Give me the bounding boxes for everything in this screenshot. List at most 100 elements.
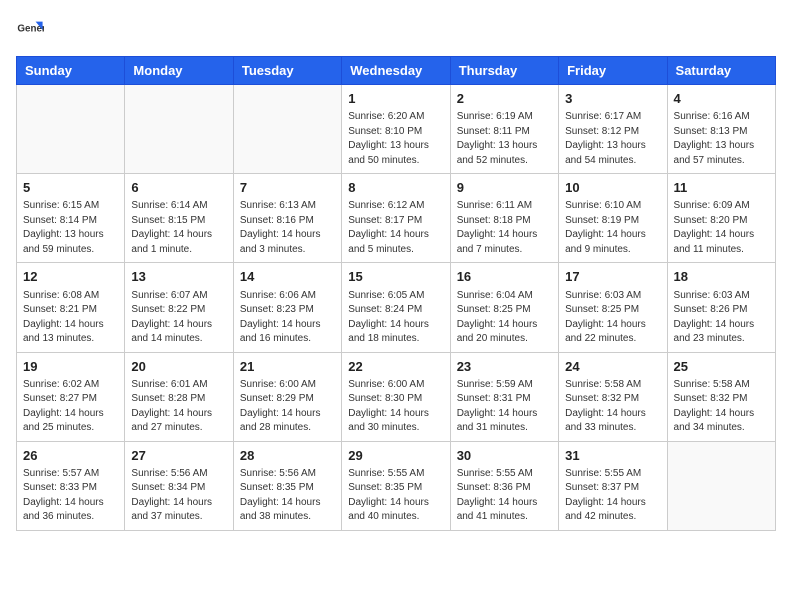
calendar-cell: 31 Sunrise: 5:55 AM Sunset: 8:37 PM Dayli…: [559, 441, 667, 530]
calendar-cell: 26Sunrise: 5:57 AM Sunset: 8:33 PM Dayli…: [17, 441, 125, 530]
calendar-cell: 21 Sunrise: 6:00 AM Sunset: 8:29 PM Dayli…: [233, 352, 341, 441]
day-number: 31: [565, 447, 660, 465]
weekday-header-friday: Friday: [559, 57, 667, 85]
day-number: 2: [457, 90, 552, 108]
calendar-cell: 18 Sunrise: 6:03 AM Sunset: 8:26 PM Dayli…: [667, 263, 775, 352]
day-info: Sunrise: 5:56 AM Sunset: 8:35 PM Dayligh…: [240, 467, 335, 525]
weekday-header-thursday: Thursday: [450, 57, 558, 85]
day-number: 29: [348, 447, 443, 465]
day-number: 8: [348, 179, 443, 197]
day-info: Sunrise: 6:00 AM Sunset: 8:30 PM Dayligh…: [348, 378, 443, 436]
calendar-table: SundayMondayTuesdayWednesdayThursdayFrid…: [16, 56, 776, 531]
calendar-cell: 12 Sunrise: 6:08 AM Sunset: 8:21 PM Dayli…: [17, 263, 125, 352]
calendar-cell: 10Sunrise: 6:10 AM Sunset: 8:19 PM Dayli…: [559, 174, 667, 263]
day-number: 4: [674, 90, 769, 108]
day-number: 3: [565, 90, 660, 108]
day-info: Sunrise: 6:03 AM Sunset: 8:26 PM Dayligh…: [674, 289, 769, 347]
day-number: 16: [457, 268, 552, 286]
day-number: 13: [131, 268, 226, 286]
day-number: 27: [131, 447, 226, 465]
day-number: 12: [23, 268, 118, 286]
calendar-cell: 8 Sunrise: 6:12 AM Sunset: 8:17 PM Daylig…: [342, 174, 450, 263]
day-info: Sunrise: 5:55 AM Sunset: 8:35 PM Dayligh…: [348, 467, 443, 525]
weekday-header-monday: Monday: [125, 57, 233, 85]
weekday-header-sunday: Sunday: [17, 57, 125, 85]
day-info: Sunrise: 6:01 AM Sunset: 8:28 PM Dayligh…: [131, 378, 226, 436]
day-info: Sunrise: 6:00 AM Sunset: 8:29 PM Dayligh…: [240, 378, 335, 436]
day-info: Sunrise: 5:59 AM Sunset: 8:31 PM Dayligh…: [457, 378, 552, 436]
calendar-cell: 23 Sunrise: 5:59 AM Sunset: 8:31 PM Dayli…: [450, 352, 558, 441]
calendar-cell: 20 Sunrise: 6:01 AM Sunset: 8:28 PM Dayli…: [125, 352, 233, 441]
day-number: 15: [348, 268, 443, 286]
calendar-cell: 22 Sunrise: 6:00 AM Sunset: 8:30 PM Dayli…: [342, 352, 450, 441]
day-info: Sunrise: 6:07 AM Sunset: 8:22 PM Dayligh…: [131, 289, 226, 347]
weekday-header-row: SundayMondayTuesdayWednesdayThursdayFrid…: [17, 57, 776, 85]
day-number: 11: [674, 179, 769, 197]
calendar-cell: 11 Sunrise: 6:09 AM Sunset: 8:20 PM Dayli…: [667, 174, 775, 263]
calendar-cell: 5 Sunrise: 6:15 AM Sunset: 8:14 PM Daylig…: [17, 174, 125, 263]
calendar-week-row: 26Sunrise: 5:57 AM Sunset: 8:33 PM Dayli…: [17, 441, 776, 530]
day-info: Sunrise: 6:14 AM Sunset: 8:15 PM Dayligh…: [131, 199, 226, 257]
day-number: 28: [240, 447, 335, 465]
day-info: Sunrise: 5:55 AM Sunset: 8:36 PM Dayligh…: [457, 467, 552, 525]
day-number: 1: [348, 90, 443, 108]
calendar-cell: [667, 441, 775, 530]
day-number: 17: [565, 268, 660, 286]
day-info: Sunrise: 6:11 AM Sunset: 8:18 PM Dayligh…: [457, 199, 552, 257]
calendar-week-row: 5 Sunrise: 6:15 AM Sunset: 8:14 PM Daylig…: [17, 174, 776, 263]
calendar-cell: 16 Sunrise: 6:04 AM Sunset: 8:25 PM Dayli…: [450, 263, 558, 352]
day-info: Sunrise: 6:05 AM Sunset: 8:24 PM Dayligh…: [348, 289, 443, 347]
day-info: Sunrise: 6:09 AM Sunset: 8:20 PM Dayligh…: [674, 199, 769, 257]
day-info: Sunrise: 6:17 AM Sunset: 8:12 PM Dayligh…: [565, 110, 660, 168]
day-info: Sunrise: 6:06 AM Sunset: 8:23 PM Dayligh…: [240, 289, 335, 347]
day-info: Sunrise: 6:03 AM Sunset: 8:25 PM Dayligh…: [565, 289, 660, 347]
day-number: 30: [457, 447, 552, 465]
calendar-cell: [17, 85, 125, 174]
calendar-cell: 28 Sunrise: 5:56 AM Sunset: 8:35 PM Dayli…: [233, 441, 341, 530]
logo: General: [16, 16, 48, 44]
day-info: Sunrise: 6:12 AM Sunset: 8:17 PM Dayligh…: [348, 199, 443, 257]
calendar-cell: [125, 85, 233, 174]
day-number: 21: [240, 358, 335, 376]
day-info: Sunrise: 6:19 AM Sunset: 8:11 PM Dayligh…: [457, 110, 552, 168]
day-info: Sunrise: 6:16 AM Sunset: 8:13 PM Dayligh…: [674, 110, 769, 168]
day-number: 9: [457, 179, 552, 197]
calendar-cell: 17 Sunrise: 6:03 AM Sunset: 8:25 PM Dayli…: [559, 263, 667, 352]
page-header: General: [16, 16, 776, 44]
day-number: 19: [23, 358, 118, 376]
calendar-cell: 15 Sunrise: 6:05 AM Sunset: 8:24 PM Dayli…: [342, 263, 450, 352]
calendar-cell: 9 Sunrise: 6:11 AM Sunset: 8:18 PM Daylig…: [450, 174, 558, 263]
day-number: 25: [674, 358, 769, 376]
weekday-header-tuesday: Tuesday: [233, 57, 341, 85]
calendar-cell: 30 Sunrise: 5:55 AM Sunset: 8:36 PM Dayli…: [450, 441, 558, 530]
weekday-header-wednesday: Wednesday: [342, 57, 450, 85]
day-number: 23: [457, 358, 552, 376]
day-number: 20: [131, 358, 226, 376]
calendar-week-row: 12 Sunrise: 6:08 AM Sunset: 8:21 PM Dayli…: [17, 263, 776, 352]
calendar-cell: 19Sunrise: 6:02 AM Sunset: 8:27 PM Dayli…: [17, 352, 125, 441]
logo-icon: General: [16, 16, 44, 44]
day-info: Sunrise: 6:08 AM Sunset: 8:21 PM Dayligh…: [23, 289, 118, 347]
day-info: Sunrise: 6:04 AM Sunset: 8:25 PM Dayligh…: [457, 289, 552, 347]
day-info: Sunrise: 6:20 AM Sunset: 8:10 PM Dayligh…: [348, 110, 443, 168]
day-info: Sunrise: 6:15 AM Sunset: 8:14 PM Dayligh…: [23, 199, 118, 257]
calendar-cell: 4 Sunrise: 6:16 AM Sunset: 8:13 PM Daylig…: [667, 85, 775, 174]
day-number: 7: [240, 179, 335, 197]
day-number: 18: [674, 268, 769, 286]
calendar-cell: 13 Sunrise: 6:07 AM Sunset: 8:22 PM Dayli…: [125, 263, 233, 352]
day-number: 5: [23, 179, 118, 197]
weekday-header-saturday: Saturday: [667, 57, 775, 85]
day-info: Sunrise: 5:55 AM Sunset: 8:37 PM Dayligh…: [565, 467, 660, 525]
day-number: 22: [348, 358, 443, 376]
calendar-cell: 24Sunrise: 5:58 AM Sunset: 8:32 PM Dayli…: [559, 352, 667, 441]
calendar-week-row: 1 Sunrise: 6:20 AM Sunset: 8:10 PM Daylig…: [17, 85, 776, 174]
calendar-cell: 7Sunrise: 6:13 AM Sunset: 8:16 PM Daylig…: [233, 174, 341, 263]
day-info: Sunrise: 6:10 AM Sunset: 8:19 PM Dayligh…: [565, 199, 660, 257]
day-number: 24: [565, 358, 660, 376]
calendar-cell: 3 Sunrise: 6:17 AM Sunset: 8:12 PM Daylig…: [559, 85, 667, 174]
day-number: 26: [23, 447, 118, 465]
calendar-cell: 6Sunrise: 6:14 AM Sunset: 8:15 PM Daylig…: [125, 174, 233, 263]
calendar-cell: 25Sunrise: 5:58 AM Sunset: 8:32 PM Dayli…: [667, 352, 775, 441]
day-info: Sunrise: 5:56 AM Sunset: 8:34 PM Dayligh…: [131, 467, 226, 525]
day-number: 14: [240, 268, 335, 286]
